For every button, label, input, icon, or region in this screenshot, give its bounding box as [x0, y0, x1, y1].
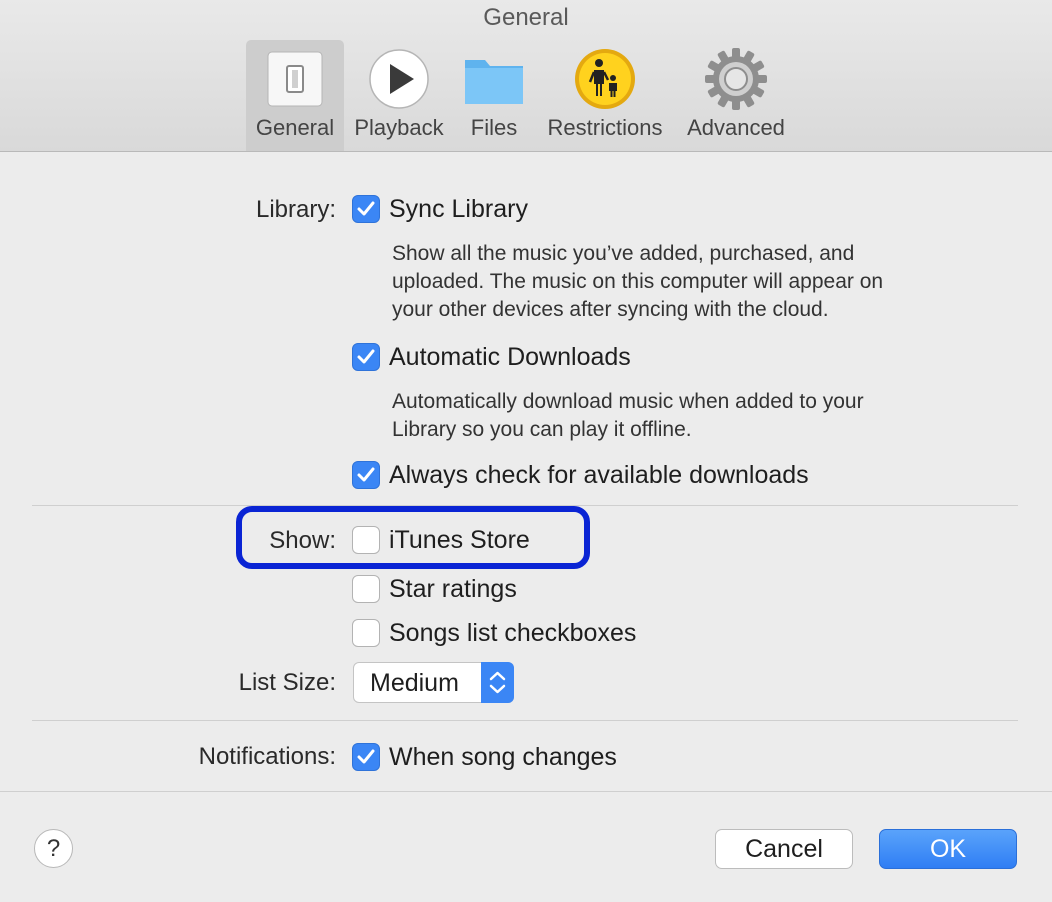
tab-advanced-label: Advanced — [687, 115, 785, 140]
switch-icon — [262, 46, 328, 112]
sync-library-checkbox[interactable] — [352, 195, 380, 223]
description-line: your other devices after syncing with th… — [392, 298, 829, 321]
sync-library-label[interactable]: Sync Library — [389, 195, 528, 224]
tab-files-label: Files — [470, 115, 518, 140]
tab-restrictions[interactable]: Restrictions — [542, 40, 668, 151]
play-icon — [366, 46, 432, 112]
checkmark-icon — [357, 467, 375, 482]
stepper-arrows-icon — [481, 662, 514, 703]
songs-list-checkboxes-label[interactable]: Songs list checkboxes — [389, 619, 636, 648]
itunes-store-label[interactable]: iTunes Store — [389, 526, 530, 555]
section-divider — [32, 720, 1018, 721]
automatic-downloads-description: Automatically download music when added … — [392, 388, 972, 444]
star-ratings-checkbox[interactable] — [352, 575, 380, 603]
tab-restrictions-label: Restrictions — [547, 115, 663, 140]
always-check-label[interactable]: Always check for available downloads — [389, 461, 809, 490]
songs-list-checkboxes-checkbox[interactable] — [352, 619, 380, 647]
description-line: Show all the music you’ve added, purchas… — [392, 242, 855, 265]
preferences-toolbar: General General Playback Files Restricti… — [0, 0, 1052, 152]
folder-icon — [461, 46, 527, 112]
list-size-select[interactable]: Medium — [353, 662, 514, 703]
tab-general-label: General — [255, 115, 335, 140]
tab-files[interactable]: Files — [458, 40, 530, 151]
itunes-store-checkbox[interactable] — [352, 526, 380, 554]
checkmark-icon — [357, 201, 375, 216]
parental-icon — [572, 46, 638, 112]
description-line: uploaded. The music on this computer wil… — [392, 270, 884, 293]
sync-library-description: Show all the music you’ve added, purchas… — [392, 240, 972, 324]
automatic-downloads-checkbox[interactable] — [352, 343, 380, 371]
tab-playback[interactable]: Playback — [352, 40, 446, 151]
footer-divider — [0, 791, 1052, 792]
list-size-label: List Size: — [238, 669, 336, 696]
gear-icon — [703, 46, 769, 112]
star-ratings-label[interactable]: Star ratings — [389, 575, 517, 604]
library-label: Library: — [255, 196, 336, 223]
help-button[interactable]: ? — [34, 829, 73, 868]
checkmark-icon — [357, 749, 375, 764]
window-title: General — [483, 4, 569, 31]
tab-general[interactable]: General — [246, 40, 344, 151]
automatic-downloads-label[interactable]: Automatic Downloads — [389, 343, 631, 372]
list-size-value: Medium — [370, 669, 459, 697]
notifications-label: Notifications: — [198, 743, 336, 770]
always-check-checkbox[interactable] — [352, 461, 380, 489]
tab-playback-label: Playback — [354, 115, 444, 140]
checkmark-icon — [357, 349, 375, 364]
when-song-changes-checkbox[interactable] — [352, 743, 380, 771]
when-song-changes-label[interactable]: When song changes — [389, 743, 617, 772]
cancel-button[interactable]: Cancel — [715, 829, 853, 869]
description-line: Library so you can play it offline. — [392, 418, 692, 441]
tab-advanced[interactable]: Advanced — [682, 40, 790, 151]
ok-button[interactable]: OK — [879, 829, 1017, 869]
show-label: Show: — [269, 527, 336, 554]
description-line: Automatically download music when added … — [392, 390, 864, 413]
